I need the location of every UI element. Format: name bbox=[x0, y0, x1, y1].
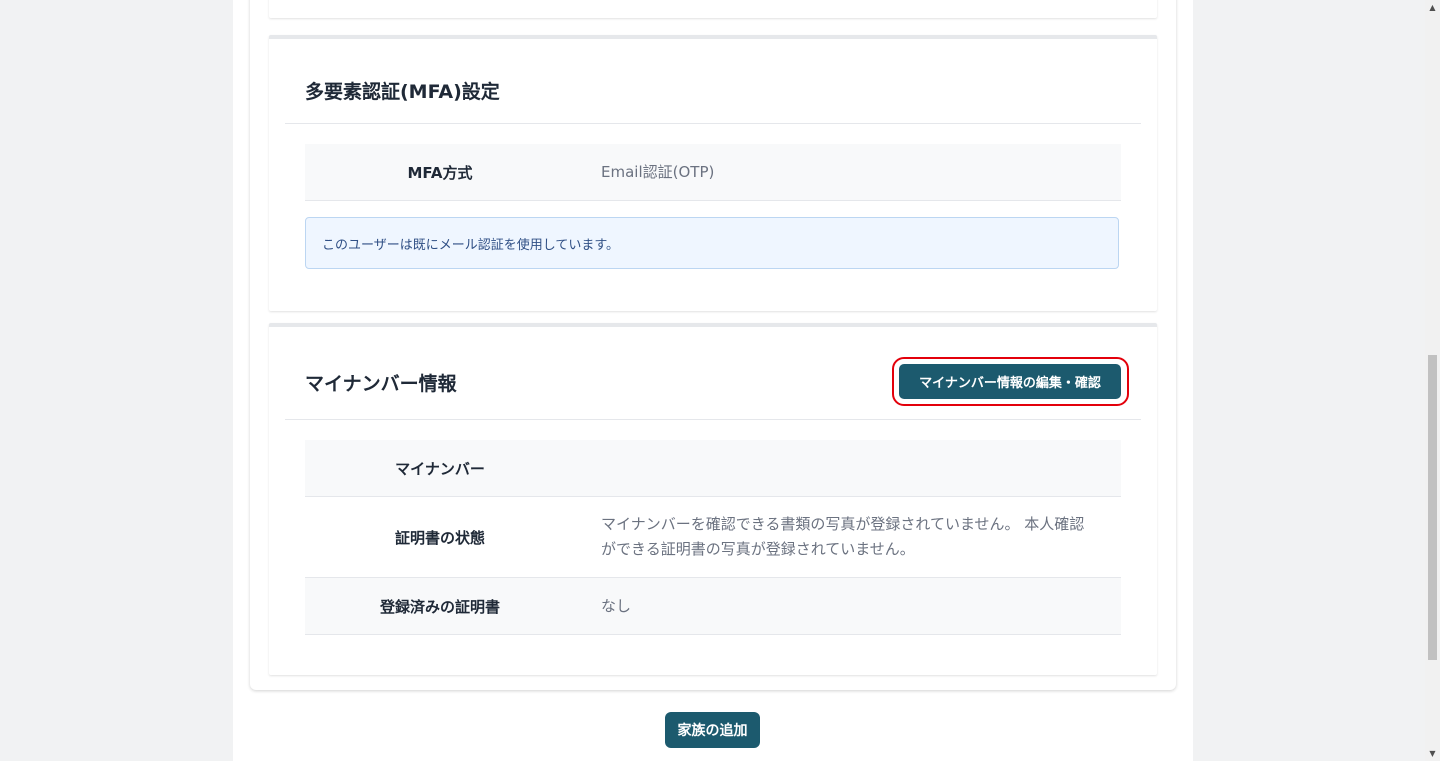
registered-certificates-value: なし bbox=[601, 596, 632, 615]
mfa-method-label: MFA方式 bbox=[407, 163, 473, 182]
divider bbox=[285, 123, 1141, 124]
triangle-down-icon[interactable]: ▼ bbox=[1425, 746, 1440, 761]
table-row: マイナンバー bbox=[305, 440, 1121, 497]
mfa-info-table: MFA方式 Email認証(OTP) bbox=[305, 144, 1121, 201]
mynumber-section-title: マイナンバー情報 bbox=[305, 373, 457, 395]
mfa-info-alert: このユーザーは既にメール認証を使用しています。 bbox=[305, 217, 1119, 269]
edit-mynumber-button[interactable]: マイナンバー情報の編集・確認 bbox=[899, 364, 1121, 399]
mynumber-info-card: マイナンバー情報 マイナンバー情報の編集・確認 マイナンバー 証明書の状態 マイ… bbox=[269, 323, 1157, 675]
mfa-section-title: 多要素認証(MFA)設定 bbox=[305, 81, 500, 103]
vertical-scrollbar[interactable]: ▲ ▼ bbox=[1425, 0, 1440, 761]
scrollbar-thumb[interactable] bbox=[1428, 355, 1437, 660]
mynumber-info-table: マイナンバー 証明書の状態 マイナンバーを確認できる書類の写真が登録されていませ… bbox=[305, 440, 1121, 635]
registered-certificates-label: 登録済みの証明書 bbox=[379, 597, 500, 616]
divider bbox=[285, 419, 1141, 420]
certificate-status-value: マイナンバーを確認できる書類の写真が登録されていません。 本人確認ができる証明書… bbox=[601, 515, 1085, 558]
table-row: 証明書の状態 マイナンバーを確認できる書類の写真が登録されていません。 本人確認… bbox=[305, 497, 1121, 578]
mfa-method-value: Email認証(OTP) bbox=[601, 162, 715, 181]
mynumber-label: マイナンバー bbox=[395, 459, 485, 478]
table-row: MFA方式 Email認証(OTP) bbox=[305, 144, 1121, 201]
triangle-up-icon[interactable]: ▲ bbox=[1425, 0, 1440, 15]
add-family-button[interactable]: 家族の追加 bbox=[665, 712, 760, 748]
previous-section-card bbox=[269, 0, 1157, 18]
table-row: 登録済みの証明書 なし bbox=[305, 578, 1121, 635]
mfa-settings-card: 多要素認証(MFA)設定 MFA方式 Email認証(OTP) このユーザーは既… bbox=[269, 35, 1157, 311]
certificate-status-label: 証明書の状態 bbox=[394, 528, 485, 547]
